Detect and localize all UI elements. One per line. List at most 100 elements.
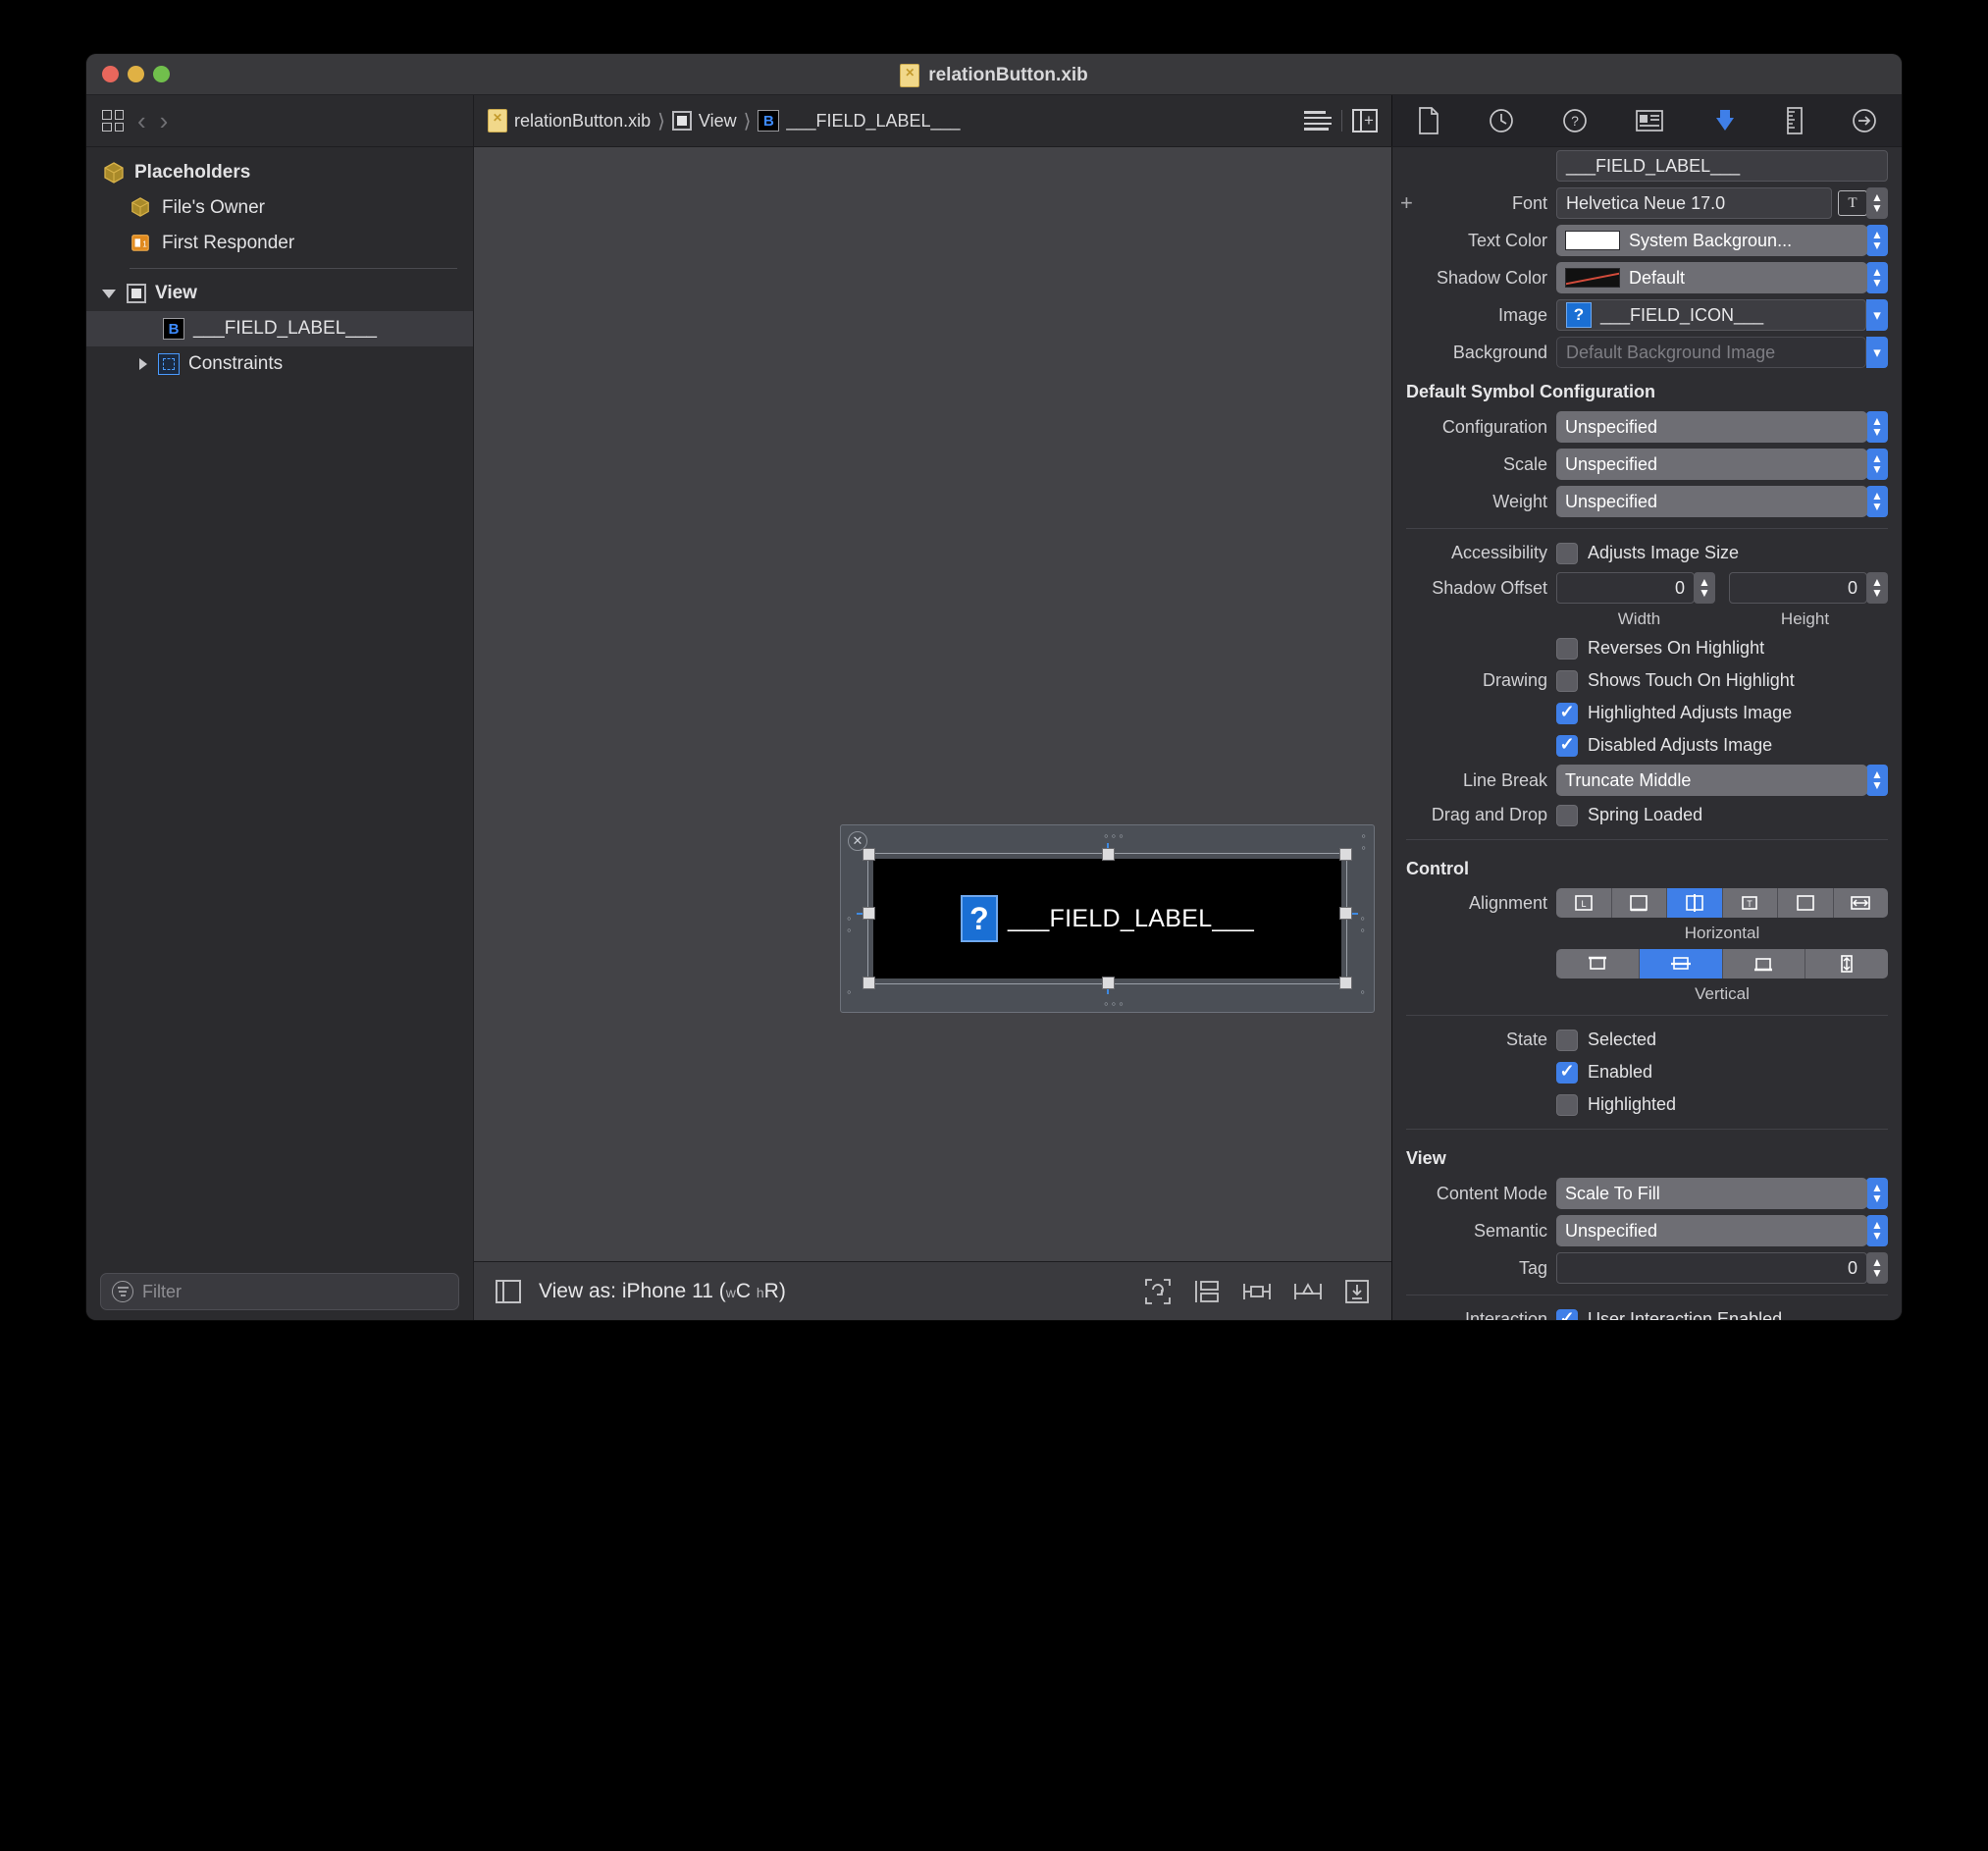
text-color-popup[interactable]: System Backgroun... <box>1556 225 1867 256</box>
view-as-label[interactable]: View as: iPhone 11 (wC hR) <box>539 1280 786 1303</box>
background-image-combo[interactable]: Default Background Image <box>1556 337 1866 368</box>
shadow-offset-width-input[interactable]: 0 <box>1556 572 1695 604</box>
resize-handle-ml[interactable] <box>863 907 875 920</box>
shadow-offset-width-stepper[interactable]: ▲ ▼ <box>1694 572 1715 604</box>
toggle-sidebar-icon[interactable] <box>496 1279 521 1303</box>
grid-view-icon[interactable] <box>102 110 124 132</box>
resize-handle-tc[interactable] <box>1102 848 1115 861</box>
background-dropdown-icon[interactable]: ▾ <box>1866 337 1888 368</box>
cube-icon <box>102 161 126 185</box>
sidebar-item-view[interactable]: View <box>86 276 473 311</box>
semantic-popup[interactable]: Unspecified <box>1556 1215 1867 1246</box>
canvas-button[interactable]: ? ___FIELD_LABEL___ <box>873 859 1341 978</box>
filter-input[interactable]: Filter <box>100 1273 459 1310</box>
embed-in-icon[interactable] <box>1193 1279 1221 1304</box>
question-circle-icon[interactable]: ? <box>1562 108 1588 133</box>
font-picker-icon[interactable]: T <box>1838 190 1867 216</box>
font-stepper[interactable]: ▲ ▼ <box>1866 187 1888 219</box>
interface-canvas[interactable]: ✕ ◦◦◦ ◦◦◦ ◦ ◦ ◦ ◦ ◦ ◦ ◦ ◦ ? ___FIELD_LAB… <box>474 147 1391 1261</box>
resize-handle-bc[interactable] <box>1102 977 1115 989</box>
reverses-on-highlight-checkbox[interactable] <box>1556 637 1578 660</box>
resize-handle-br[interactable] <box>1339 977 1352 989</box>
weight-popup[interactable]: Unspecified <box>1556 486 1867 517</box>
document-icon[interactable] <box>1417 107 1440 134</box>
align-leading-icon[interactable] <box>1611 888 1667 918</box>
text-color-stepper[interactable]: ▲ ▼ <box>1866 225 1888 256</box>
align-left-icon[interactable]: L <box>1556 888 1612 918</box>
content-mode-popup[interactable]: Scale To Fill <box>1556 1178 1867 1209</box>
disabled-adjusts-image-checkbox[interactable] <box>1556 734 1578 757</box>
line-break-stepper[interactable]: ▲ ▼ <box>1866 765 1888 796</box>
disclosure-triangle-open-icon[interactable] <box>102 289 116 298</box>
configuration-stepper[interactable]: ▲ ▼ <box>1866 411 1888 443</box>
align-middle-icon[interactable] <box>1639 949 1723 978</box>
semantic-stepper[interactable]: ▲ ▼ <box>1866 1215 1888 1246</box>
sidebar-item-placeholders[interactable]: Placeholders <box>86 155 473 190</box>
state-selected-checkbox[interactable] <box>1556 1029 1578 1051</box>
resize-handle-tr[interactable] <box>1339 848 1352 861</box>
align-trailing-icon[interactable]: T <box>1722 888 1778 918</box>
add-editor-icon[interactable]: + <box>1352 109 1378 132</box>
sidebar-item-files-owner[interactable]: File's Owner <box>86 190 473 226</box>
resize-handle-tl[interactable] <box>863 848 875 861</box>
align-icon[interactable] <box>1242 1280 1272 1303</box>
configuration-popup[interactable]: Unspecified <box>1556 411 1867 443</box>
add-variation-icon[interactable]: + <box>1400 192 1413 214</box>
sidebar-item-field-label[interactable]: B ___FIELD_LABEL___ <box>86 311 473 346</box>
shows-touch-on-highlight-checkbox[interactable] <box>1556 669 1578 692</box>
align-vertical-fill-icon[interactable] <box>1805 949 1888 978</box>
state-highlighted-checkbox[interactable] <box>1556 1093 1578 1116</box>
align-bottom-icon[interactable] <box>1722 949 1806 978</box>
image-dropdown-icon[interactable]: ▾ <box>1866 299 1888 331</box>
state-enabled-checkbox[interactable] <box>1556 1061 1578 1084</box>
image-combo[interactable]: ? ___FIELD_ICON___ <box>1556 299 1866 331</box>
shadow-offset-height-input[interactable]: 0 <box>1729 572 1867 604</box>
content-mode-stepper[interactable]: ▲ ▼ <box>1866 1178 1888 1209</box>
update-frames-icon[interactable] <box>1144 1278 1172 1305</box>
shadow-color-stepper[interactable]: ▲ ▼ <box>1866 262 1888 293</box>
resize-handle-bl[interactable] <box>863 977 875 989</box>
inspector-content: ___FIELD_LABEL___ + Font Helvetica Neue … <box>1392 147 1902 1320</box>
resize-dots-bottom-left: ◦ <box>847 984 855 999</box>
resize-handle-mr[interactable] <box>1339 907 1352 920</box>
user-interaction-enabled-checkbox[interactable] <box>1556 1308 1578 1320</box>
add-constraints-icon[interactable] <box>1293 1280 1323 1303</box>
width-caption: Width <box>1617 609 1661 628</box>
breadcrumb-item-view[interactable]: View <box>671 111 737 132</box>
align-top-icon[interactable] <box>1556 949 1640 978</box>
arrow-right-circle-icon[interactable] <box>1852 108 1877 133</box>
line-break-popup[interactable]: Truncate Middle <box>1556 765 1867 796</box>
sidebar-item-constraints[interactable]: Constraints <box>86 346 473 382</box>
tag-stepper[interactable]: ▲ ▼ <box>1866 1252 1888 1284</box>
highlighted-adjusts-image-checkbox[interactable] <box>1556 702 1578 724</box>
scale-popup[interactable]: Unspecified <box>1556 449 1867 480</box>
horizontal-alignment-segments[interactable]: L T <box>1556 888 1888 918</box>
ruler-icon[interactable] <box>1786 107 1804 134</box>
disclosure-triangle-icon[interactable] <box>139 358 147 370</box>
align-center-icon[interactable] <box>1667 888 1723 918</box>
sidebar-item-first-responder[interactable]: 1 First Responder <box>86 226 473 261</box>
selected-button-wrapper[interactable]: ✕ ◦◦◦ ◦◦◦ ◦ ◦ ◦ ◦ ◦ ◦ ◦ ◦ ? ___FIELD_LAB… <box>840 824 1375 1013</box>
button-title-input[interactable]: ___FIELD_LABEL___ <box>1556 150 1888 182</box>
down-arrow-icon[interactable] <box>1712 108 1738 133</box>
adjusts-image-size-checkbox[interactable] <box>1556 542 1578 564</box>
breadcrumb-item-file[interactable]: relationButton.xib <box>488 109 651 132</box>
document-outline-icon[interactable] <box>1304 111 1332 131</box>
shadow-color-popup[interactable]: Default <box>1556 262 1867 293</box>
vertical-alignment-segments[interactable] <box>1556 949 1888 978</box>
shadow-offset-height-stepper[interactable]: ▲ ▼ <box>1866 572 1888 604</box>
identity-card-icon[interactable] <box>1636 110 1664 132</box>
clock-icon[interactable] <box>1489 108 1514 133</box>
chevron-right-icon[interactable]: › <box>160 108 169 133</box>
sidebar-item-label: ___FIELD_LABEL___ <box>193 318 377 339</box>
tag-input[interactable]: 0 <box>1556 1252 1867 1284</box>
align-fill-icon[interactable] <box>1833 888 1888 918</box>
align-right-icon[interactable] <box>1778 888 1834 918</box>
scale-stepper[interactable]: ▲ ▼ <box>1866 449 1888 480</box>
spring-loaded-checkbox[interactable] <box>1556 804 1578 826</box>
resolve-issues-icon[interactable] <box>1344 1279 1370 1304</box>
chevron-left-icon[interactable]: ‹ <box>137 108 146 133</box>
breadcrumb-item-button[interactable]: B ___FIELD_LABEL___ <box>758 110 961 132</box>
weight-stepper[interactable]: ▲ ▼ <box>1866 486 1888 517</box>
font-value[interactable]: Helvetica Neue 17.0 <box>1556 187 1832 219</box>
